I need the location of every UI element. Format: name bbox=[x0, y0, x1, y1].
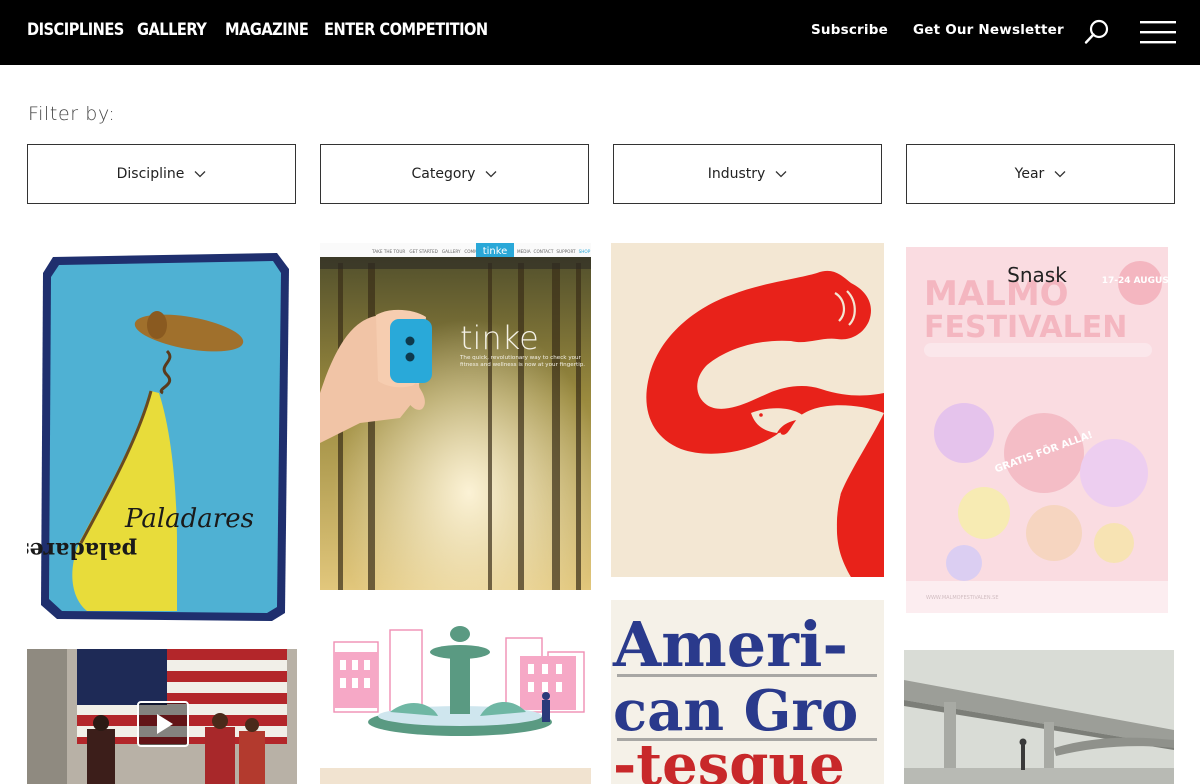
gallery-tile-fountain-illustration[interactable] bbox=[320, 612, 591, 762]
tinke-site-logo: tinke bbox=[483, 246, 508, 257]
filter-industry-label: Industry bbox=[707, 166, 766, 182]
nav-link-magazine[interactable]: MAGAZINE bbox=[225, 20, 309, 40]
gallery-tile-flag-video[interactable] bbox=[27, 649, 297, 784]
poster-script-text: Paladares bbox=[124, 504, 254, 534]
tinke-website-image: TAKE THE TOURGET STARTEDGALLERYCOMMUNITY… bbox=[320, 243, 591, 590]
chevron-down-icon bbox=[486, 171, 497, 178]
paladares-poster-image: Paladares paladares bbox=[27, 243, 297, 626]
american-line-1: Ameri- bbox=[612, 608, 848, 681]
american-grotesque-image: Ameri- can Gro -tesque bbox=[611, 600, 884, 784]
overpass-photo-image bbox=[904, 650, 1174, 784]
filter-year-dropdown[interactable]: Year bbox=[906, 144, 1175, 204]
play-button[interactable] bbox=[137, 701, 189, 747]
tinke-headline: tinke bbox=[460, 319, 539, 357]
tinke-site-nav-left: TAKE THE TOURGET STARTEDGALLERYCOMMUNITY bbox=[371, 249, 491, 254]
filter-label: Filter by: bbox=[28, 103, 116, 125]
subscribe-link[interactable]: Subscribe bbox=[811, 22, 888, 38]
chevron-down-icon bbox=[194, 171, 206, 178]
gallery-tile-red-arm-poster[interactable] bbox=[611, 243, 884, 577]
gallery-tile-overpass-photo[interactable] bbox=[904, 650, 1174, 784]
play-icon bbox=[157, 714, 173, 734]
gallery-tile-paladares-poster[interactable]: Paladares paladares bbox=[27, 243, 297, 626]
nav-link-enter-competition[interactable]: ENTER COMPETITION bbox=[324, 20, 488, 40]
chevron-down-icon bbox=[1054, 171, 1066, 178]
gallery-tile-tinke-website[interactable]: TAKE THE TOURGET STARTEDGALLERYCOMMUNITY… bbox=[320, 243, 591, 590]
filter-category-dropdown[interactable]: Category bbox=[320, 144, 589, 204]
hamburger-menu-icon[interactable] bbox=[1140, 19, 1176, 45]
filter-discipline-label: Discipline bbox=[116, 166, 185, 182]
red-arm-dove-image bbox=[611, 243, 884, 577]
poster-mirrored-text: paladares bbox=[27, 537, 137, 563]
filter-discipline-dropdown[interactable]: Discipline bbox=[27, 144, 296, 204]
gallery-tile-american-grotesque[interactable]: Ameri- can Gro -tesque bbox=[611, 600, 884, 784]
gallery-tile-malmofestivalen-poster[interactable]: MALMÖ FESTIVALEN 17-24 AUGUSTI GRATIS FÖ… bbox=[904, 243, 1170, 617]
nav-link-gallery[interactable]: GALLERY bbox=[137, 20, 207, 40]
tinke-tagline: The quick, revolutionary way to check yo… bbox=[460, 355, 586, 368]
filter-industry-dropdown[interactable]: Industry bbox=[613, 144, 882, 204]
tile-hover-caption: Snask bbox=[1007, 263, 1067, 287]
malmofestivalen-poster-image: MALMÖ FESTIVALEN 17-24 AUGUSTI GRATIS FÖ… bbox=[904, 243, 1170, 617]
fountain-illustration-image bbox=[320, 612, 591, 762]
top-navigation-bar: DISCIPLINES GALLERY MAGAZINE ENTER COMPE… bbox=[0, 0, 1200, 65]
gallery-tile-partial[interactable] bbox=[320, 768, 591, 784]
search-icon[interactable] bbox=[1084, 19, 1110, 45]
nav-link-disciplines[interactable]: DISCIPLINES bbox=[27, 20, 124, 40]
newsletter-link[interactable]: Get Our Newsletter bbox=[913, 22, 1064, 38]
filter-category-label: Category bbox=[411, 166, 476, 182]
filter-year-label: Year bbox=[1014, 166, 1045, 182]
chevron-down-icon bbox=[775, 171, 787, 178]
